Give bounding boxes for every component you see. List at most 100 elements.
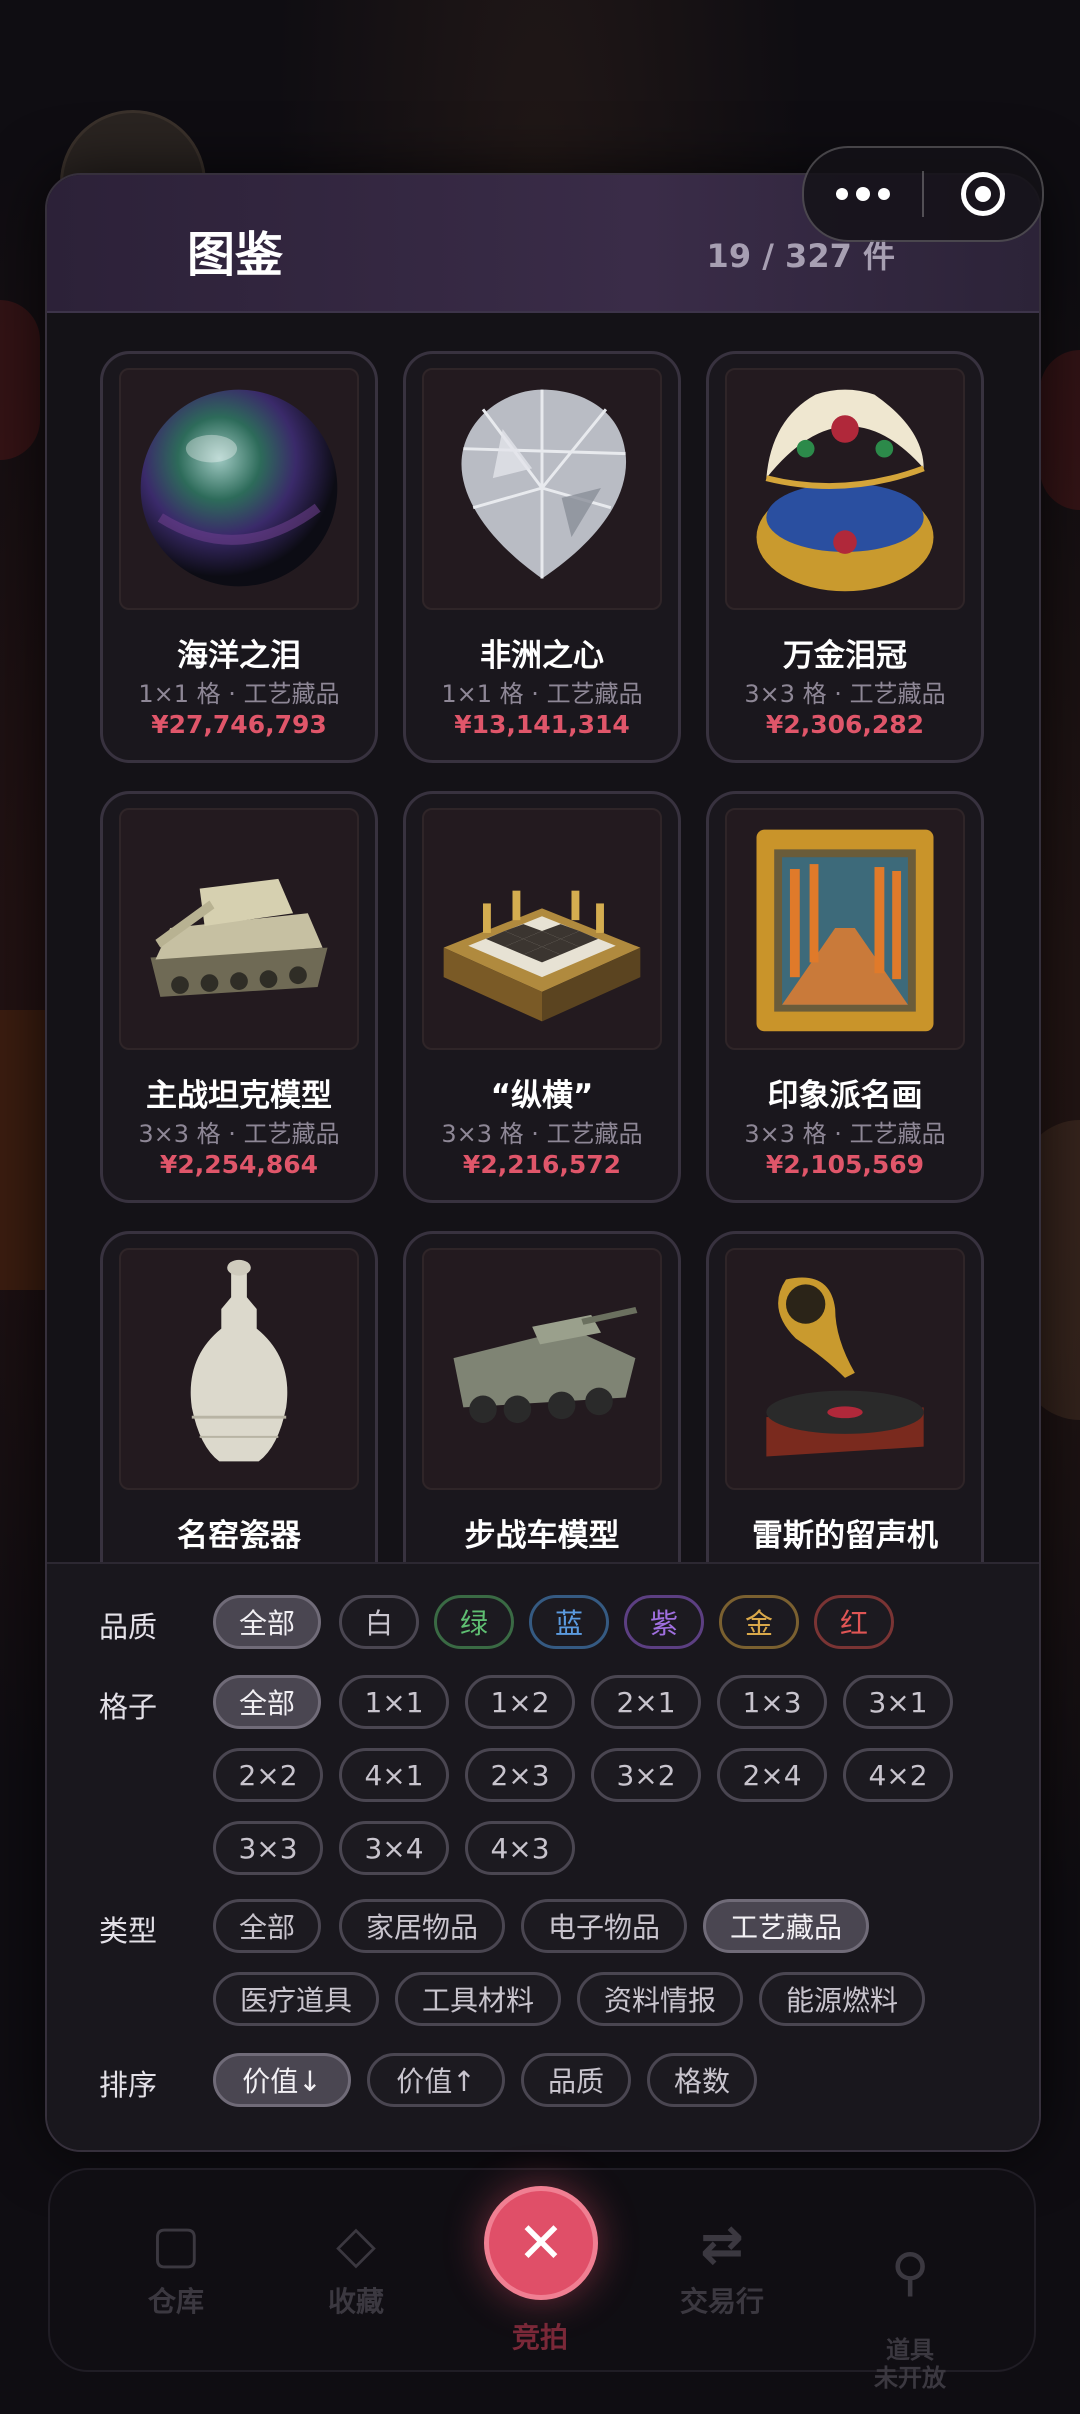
item-name: 名窑瓷器 (177, 1518, 301, 1554)
item-grid: 海洋之泪 1×1 格 · 工艺藏品 ¥27,746,793 非洲之心 1×1 格… (47, 313, 1039, 1563)
item-name: 步战车模型 (464, 1518, 620, 1554)
background-decoration (0, 300, 40, 460)
tab-props[interactable]: ⚲ 道具 未开放 (850, 2210, 970, 2392)
box-icon: ▢ (151, 2215, 201, 2275)
item-name: 雷斯的留声机 (752, 1518, 938, 1554)
item-card[interactable]: 印象派名画 3×3 格 · 工艺藏品 ¥2,105,569 (706, 791, 984, 1203)
tab-label: 道具 未开放 (874, 2336, 946, 2392)
grid-chip[interactable]: 2×2 (213, 1748, 323, 1802)
quality-chip-all[interactable]: 全部 (213, 1595, 321, 1649)
type-chip[interactable]: 工具材料 (395, 1972, 561, 2026)
grid-chip[interactable]: 4×2 (843, 1748, 953, 1802)
item-price: ¥2,306,282 (765, 710, 925, 739)
grid-chip[interactable]: 3×4 (339, 1821, 449, 1875)
diamond-outline-icon: ◇ (336, 2215, 376, 2275)
item-card[interactable]: 主战坦克模型 3×3 格 · 工艺藏品 ¥2,254,864 (100, 791, 378, 1203)
grid-chip-all[interactable]: 全部 (213, 1675, 321, 1729)
more-options-button[interactable] (804, 148, 922, 240)
tab-warehouse[interactable]: ▢ 仓库 (116, 2210, 236, 2320)
item-card[interactable]: 名窑瓷器 (100, 1231, 378, 1563)
type-chip-crafts[interactable]: 工艺藏品 (703, 1899, 869, 1953)
item-card[interactable]: 步战车模型 (403, 1231, 681, 1563)
grid-chip[interactable]: 2×3 (465, 1748, 575, 1802)
type-chip[interactable]: 能源燃料 (759, 1972, 925, 2026)
tab-trade[interactable]: ⇄ 交易行 (662, 2210, 782, 2320)
modal-title: 图鉴 (187, 227, 284, 283)
item-price: ¥2,254,864 (159, 1150, 319, 1179)
bottom-tab-bar: ▢ 仓库 ◇ 收藏 ✕ 竞拍 ⇄ 交易行 ⚲ 道具 未开放 (48, 2168, 1036, 2392)
tank-icon (119, 808, 359, 1050)
type-chip[interactable]: 医疗道具 (213, 1972, 379, 2026)
quality-chip-green[interactable]: 绿 (434, 1595, 514, 1649)
item-card[interactable]: 万金泪冠 3×3 格 · 工艺藏品 ¥2,306,282 (706, 351, 984, 763)
item-name: “纵横” (490, 1078, 594, 1114)
item-price: ¥13,141,314 (454, 710, 630, 739)
pearl-icon (119, 368, 359, 610)
grid-chip[interactable]: 1×3 (717, 1675, 827, 1729)
close-icon: ✕ (517, 2210, 565, 2276)
grid-chip[interactable]: 2×4 (717, 1748, 827, 1802)
tab-auction-label: 竞拍 (511, 2321, 568, 2354)
tab-label: 收藏 (327, 2285, 384, 2318)
grid-chip[interactable]: 4×1 (339, 1748, 449, 1802)
chessboard-icon (422, 808, 662, 1050)
grid-chip[interactable]: 4×3 (465, 1821, 575, 1875)
grid-chip[interactable]: 1×2 (465, 1675, 575, 1729)
capsule-menu (802, 146, 1044, 242)
tab-favorites[interactable]: ◇ 收藏 (296, 2210, 416, 2320)
item-price: ¥2,216,572 (462, 1150, 622, 1179)
background-decoration (1040, 350, 1080, 510)
grid-chip[interactable]: 3×3 (213, 1821, 323, 1875)
item-meta: 1×1 格 · 工艺藏品 (138, 680, 340, 708)
item-meta: 3×3 格 · 工艺藏品 (744, 680, 946, 708)
close-miniprogram-button[interactable] (924, 172, 1042, 216)
grid-chip[interactable]: 1×1 (339, 1675, 449, 1729)
quality-chip-white[interactable]: 白 (339, 1595, 419, 1649)
gramophone-icon (725, 1248, 965, 1490)
item-card[interactable]: 海洋之泪 1×1 格 · 工艺藏品 ¥27,746,793 (100, 351, 378, 763)
item-meta: 3×3 格 · 工艺藏品 (744, 1120, 946, 1148)
grid-chip[interactable]: 3×2 (591, 1748, 701, 1802)
sort-chip-quality[interactable]: 品质 (521, 2053, 631, 2107)
quality-chip-red[interactable]: 红 (814, 1595, 894, 1649)
grid-chip[interactable]: 3×1 (843, 1675, 953, 1729)
tab-label: 交易行 (679, 2285, 764, 2318)
painting-icon (725, 808, 965, 1050)
type-chip[interactable]: 电子物品 (521, 1899, 687, 1953)
type-filter-label: 类型 (99, 1914, 158, 1948)
grid-filter-label: 格子 (99, 1690, 158, 1724)
item-card[interactable]: 雷斯的留声机 (706, 1231, 984, 1563)
quality-chip-blue[interactable]: 蓝 (529, 1595, 609, 1649)
porcelain-vase-icon (119, 1248, 359, 1490)
item-name: 印象派名画 (767, 1078, 923, 1114)
item-name: 非洲之心 (480, 638, 604, 674)
item-name: 海洋之泪 (177, 638, 301, 674)
quality-chip-gold[interactable]: 金 (719, 1595, 799, 1649)
close-modal-button[interactable]: ✕ (484, 2186, 598, 2300)
person-icon: ⚲ (890, 2243, 930, 2303)
sort-chip-slots[interactable]: 格数 (647, 2053, 757, 2107)
filter-panel: 品质 全部 白 绿 蓝 紫 金 红 格子 全部 1×1 1×2 2×1 1×3 … (47, 1562, 1039, 2150)
quality-filter-label: 品质 (99, 1610, 158, 1644)
grid-chip[interactable]: 2×1 (591, 1675, 701, 1729)
sort-chip-value-asc[interactable]: 价值↑ (367, 2053, 505, 2107)
sort-filter-label: 排序 (99, 2068, 158, 2102)
item-meta: 3×3 格 · 工艺藏品 (138, 1120, 340, 1148)
armored-vehicle-icon (422, 1248, 662, 1490)
quality-chip-purple[interactable]: 紫 (624, 1595, 704, 1649)
item-name: 主战坦克模型 (146, 1078, 332, 1114)
target-icon (961, 172, 1005, 216)
item-card[interactable]: “纵横” 3×3 格 · 工艺藏品 ¥2,216,572 (403, 791, 681, 1203)
type-chip-all[interactable]: 全部 (213, 1899, 321, 1953)
collection-modal: 图鉴 19 / 327 件 海洋之泪 1×1 格 · 工艺藏品 ¥27,746,… (45, 173, 1041, 2152)
item-meta: 1×1 格 · 工艺藏品 (441, 680, 643, 708)
type-chip[interactable]: 资料情报 (577, 1972, 743, 2026)
item-meta: 3×3 格 · 工艺藏品 (441, 1120, 643, 1148)
item-card[interactable]: 非洲之心 1×1 格 · 工艺藏品 ¥13,141,314 (403, 351, 681, 763)
type-chip[interactable]: 家居物品 (339, 1899, 505, 1953)
swap-arrows-icon: ⇄ (700, 2215, 744, 2275)
diamond-icon (422, 368, 662, 610)
tab-label: 仓库 (147, 2285, 204, 2318)
item-name: 万金泪冠 (783, 638, 907, 674)
sort-chip-value-desc[interactable]: 价值↓ (213, 2053, 351, 2107)
